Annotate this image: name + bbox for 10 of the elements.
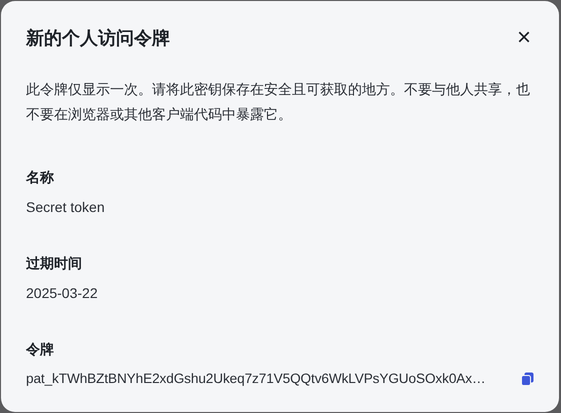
field-value: Secret token <box>26 198 105 217</box>
copy-icon[interactable] <box>521 372 534 386</box>
field-label: 过期时间 <box>26 254 83 273</box>
field-value: 2025-03-22 <box>26 284 98 303</box>
description-text: 此令牌仅显示一次。请将此密钥保存在安全且可获取的地方。不要与他人共享，也不要在浏览器或其他客户端代码中暴露它。 <box>26 80 531 124</box>
token-value: pat_kTWhBZtBNYhE2xdGshu2Ukeq7z71V5QQtv6WkLVPsYGUoSOxk0Ax… <box>26 370 486 388</box>
field-label: 名称 <box>26 168 55 187</box>
dialog-title: 新的个人访问令牌 <box>26 27 170 50</box>
field-label: 令牌 <box>26 340 55 359</box>
close-button[interactable]: × <box>514 26 534 50</box>
